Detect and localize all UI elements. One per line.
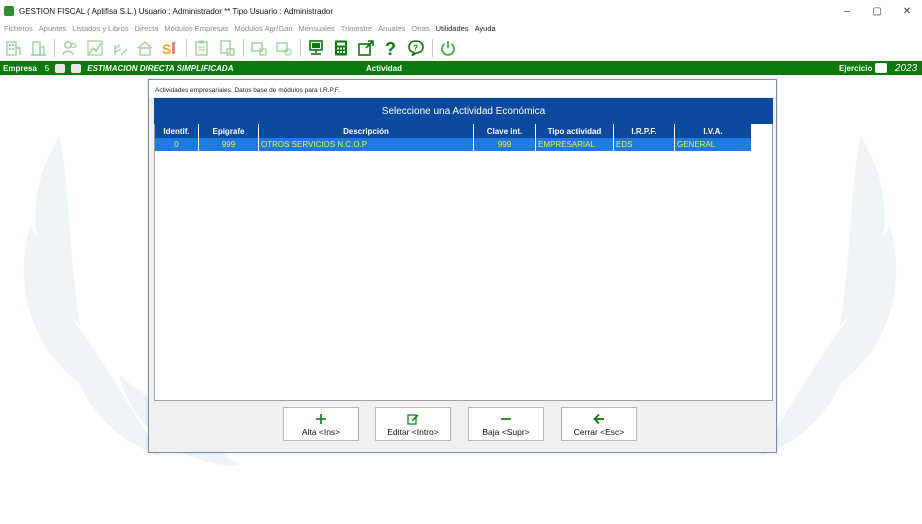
toolbar-separator — [54, 39, 55, 57]
chat-help-icon[interactable]: ? — [406, 38, 426, 58]
menu-modulos-agr-gan[interactable]: Módulos Agr/Gan — [235, 24, 293, 33]
cell-irpf: EDS — [614, 138, 675, 151]
si-logo-icon[interactable]: S — [160, 38, 180, 58]
calculator-icon[interactable] — [331, 38, 351, 58]
menu-trimestre[interactable]: Trimestre — [341, 24, 372, 33]
ejercicio-label: Ejercicio — [839, 63, 873, 73]
empresa-label: Empresa — [3, 63, 37, 73]
svg-text:?: ? — [385, 39, 396, 57]
svg-text:?: ? — [413, 44, 418, 53]
column-header-tipo[interactable]: Tipo actividad — [536, 124, 614, 138]
refresh-icon[interactable] — [55, 63, 66, 73]
baja-button[interactable]: Baja <Supr> — [468, 407, 544, 441]
activity-list[interactable]: Identif. Epigrafe Descripción Clave int.… — [154, 124, 773, 401]
cell-descripcion: OTROS SERVICIOS N.C.O.P — [259, 138, 474, 151]
column-header-identif[interactable]: Identif. — [155, 124, 199, 138]
cell-clave: 999 — [474, 138, 536, 151]
editar-button-label: Editar <Intro> — [387, 426, 439, 437]
menu-ayuda[interactable]: Ayuda — [475, 24, 496, 33]
empresa-number: 5 — [44, 63, 50, 73]
window-title: GESTION FISCAL ( Aplifisa S.L.) Usuario … — [19, 6, 334, 16]
app-logo-icon — [4, 6, 14, 16]
dialog-title: Actividades empresariales. Datos base de… — [149, 80, 776, 97]
toolbar: S ? ? — [0, 36, 922, 60]
dialog-header: Seleccione una Actividad Económica — [154, 98, 773, 124]
editar-button[interactable]: Editar <Intro> — [375, 407, 451, 441]
maximize-button[interactable]: ▢ — [862, 0, 892, 22]
dialog-button-row: Alta <Ins> Editar <Intro> Baja <Supr> Ce… — [149, 406, 778, 446]
clipboard-icon[interactable] — [192, 38, 212, 58]
menu-apuntes[interactable]: Apuntes — [39, 24, 67, 33]
baja-button-label: Baja <Supr> — [482, 426, 530, 437]
ejercicio-selector[interactable] — [875, 63, 887, 73]
svg-text:S: S — [162, 41, 171, 57]
column-header-iva[interactable]: I.V.A. — [675, 124, 752, 138]
column-header-clave[interactable]: Clave int. — [474, 124, 536, 138]
table-header: Identif. Epigrafe Descripción Clave int.… — [155, 124, 752, 138]
toolbar-separator — [186, 39, 187, 57]
cerrar-button[interactable]: Cerrar <Esc> — [561, 407, 637, 441]
users-icon[interactable] — [60, 38, 80, 58]
close-button[interactable]: ✕ — [892, 0, 922, 22]
activity-selection-dialog: Actividades empresariales. Datos base de… — [148, 79, 777, 453]
toolbar-separator — [432, 39, 433, 57]
building-icon[interactable] — [3, 38, 23, 58]
ledger-chart-icon[interactable] — [85, 38, 105, 58]
arrow-left-icon — [593, 412, 605, 426]
menu-listados-libros[interactable]: Listados y Libros — [72, 24, 128, 33]
actividad-label: Actividad — [366, 63, 403, 73]
menu-anuales[interactable]: Anuales — [378, 24, 405, 33]
column-header-epigrafe[interactable]: Epigrafe — [199, 124, 259, 138]
alta-button[interactable]: Alta <Ins> — [283, 407, 359, 441]
plus-icon — [315, 412, 327, 426]
minimize-button[interactable]: – — [832, 0, 862, 22]
cell-iva: GENERAL — [675, 138, 752, 151]
folder-icon[interactable] — [71, 63, 82, 73]
tax-regime: ESTIMACION DIRECTA SIMPLIFICADA — [87, 63, 234, 73]
window-titlebar: GESTION FISCAL ( Aplifisa S.L.) Usuario … — [0, 0, 922, 22]
company-bar: Empresa 5 ESTIMACION DIRECTA SIMPLIFICAD… — [0, 61, 922, 75]
buildings-chart-icon[interactable] — [28, 38, 48, 58]
window-controls: – ▢ ✕ — [832, 0, 922, 22]
plant-growth-icon[interactable] — [110, 38, 130, 58]
monitor-receive-icon[interactable] — [274, 38, 294, 58]
column-header-irpf[interactable]: I.R.P.F. — [614, 124, 675, 138]
edit-pencil-icon — [407, 412, 419, 426]
toolbar-separator — [243, 39, 244, 57]
menu-utilidades[interactable]: Utilidades — [436, 24, 469, 33]
cell-epigrafe: 999 — [199, 138, 259, 151]
menu-modulos-empresas[interactable]: Módulos Empresas — [164, 24, 228, 33]
cerrar-button-label: Cerrar <Esc> — [573, 426, 625, 437]
menu-otras[interactable]: Otras — [411, 24, 429, 33]
cell-tipo: EMPRESARIAL — [536, 138, 614, 151]
toolbar-separator — [300, 39, 301, 57]
fiscal-year: 2023 — [895, 62, 918, 74]
monitor-send-icon[interactable] — [249, 38, 269, 58]
menu-mensuales[interactable]: Mensuales — [299, 24, 335, 33]
computer-network-icon[interactable] — [306, 38, 326, 58]
cell-identif: 0 — [155, 138, 199, 151]
table-row[interactable]: 0 999 OTROS SERVICIOS N.C.O.P 999 EMPRES… — [155, 138, 752, 151]
minus-icon — [500, 412, 512, 426]
document-stamp-icon[interactable] — [217, 38, 237, 58]
power-icon[interactable] — [438, 38, 458, 58]
window-export-icon[interactable] — [356, 38, 376, 58]
column-header-descripcion[interactable]: Descripción — [259, 124, 474, 138]
help-question-icon[interactable]: ? — [381, 38, 401, 58]
farm-house-icon[interactable] — [135, 38, 155, 58]
menu-ficheros[interactable]: Ficheros — [4, 24, 33, 33]
menu-directa[interactable]: Directa — [135, 24, 159, 33]
alta-button-label: Alta <Ins> — [301, 426, 341, 437]
menu-bar: Ficheros Apuntes Listados y Libros Direc… — [0, 22, 922, 35]
